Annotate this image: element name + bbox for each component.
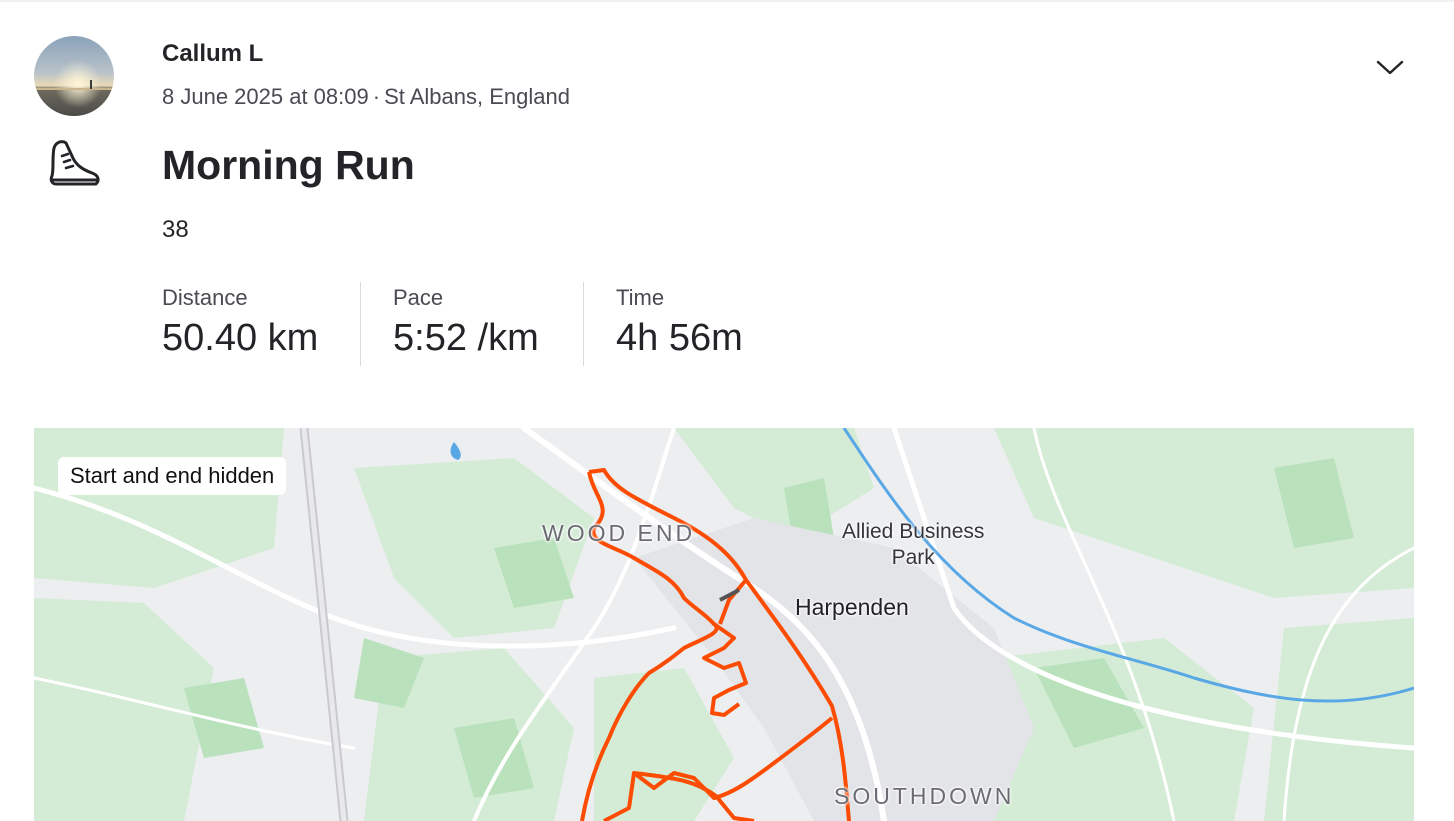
athlete-avatar[interactable] [34, 36, 114, 116]
stat-value: 5:52 /km [393, 317, 539, 359]
meta-separator: · [372, 84, 381, 109]
stat-label: Pace [393, 285, 444, 310]
activity-title[interactable]: Morning Run [162, 142, 415, 189]
privacy-badge: Start and end hidden [58, 457, 287, 495]
map-label-line: Allied Business [842, 520, 985, 543]
activity-meta: 8 June 2025 at 08:09 · St Albans, England [162, 84, 570, 110]
activity-location: St Albans, England [384, 84, 570, 109]
map-label-southdown: SOUTHDOWN [834, 783, 1015, 809]
route-map[interactable]: WOOD END Allied Business Park Harpenden … [34, 428, 1414, 821]
stat-pace: Pace 5:52 /km [361, 282, 583, 366]
stat-label: Distance [162, 285, 248, 310]
stat-time: Time 4h 56m [584, 282, 784, 366]
map-label-harpenden: Harpenden [795, 594, 909, 620]
map-label-line: Park [891, 546, 935, 569]
top-divider [0, 0, 1454, 2]
athlete-name[interactable]: Callum L [162, 40, 263, 68]
stat-value: 50.40 km [162, 317, 319, 359]
activity-date-time: 8 June 2025 at 08:09 [162, 84, 369, 109]
map-label-wood-end: WOOD END [542, 520, 696, 546]
kudos-count[interactable]: 38 [162, 216, 189, 244]
running-shoe-icon [46, 136, 104, 192]
stat-distance: Distance 50.40 km [162, 282, 360, 366]
stat-value: 4h 56m [616, 317, 743, 359]
stat-label: Time [616, 285, 665, 310]
chevron-down-icon[interactable] [1372, 52, 1408, 84]
map-label-allied-business-park: Allied Business Park [842, 519, 984, 571]
activity-stats: Distance 50.40 km Pace 5:52 /km Time 4h … [162, 282, 784, 366]
